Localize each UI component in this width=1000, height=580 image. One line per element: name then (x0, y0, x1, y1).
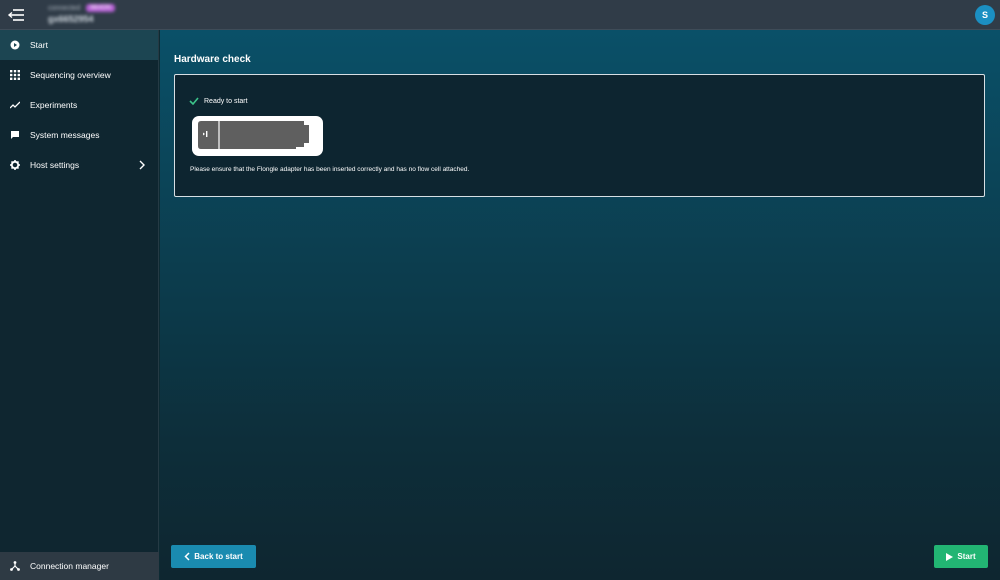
chevron-right-icon (138, 160, 146, 170)
sidebar-item-host-settings[interactable]: Host settings (0, 150, 158, 180)
sidebar-item-label: Experiments (30, 100, 78, 110)
sidebar-item-label: Start (30, 40, 48, 50)
menu-toggle-icon[interactable] (6, 6, 26, 24)
main-content: Hardware check Ready to start Please ens… (160, 30, 1000, 580)
start-button[interactable]: Start (934, 545, 988, 568)
instruction-text: Please ensure that the Flongle adapter h… (190, 166, 470, 173)
network-icon (10, 561, 20, 571)
user-avatar[interactable]: S (975, 5, 995, 25)
device-name: gx6652954 (48, 14, 94, 24)
sidebar-item-label: Host settings (30, 160, 80, 170)
sidebar-item-experiments[interactable]: Experiments (0, 90, 158, 120)
sidebar-item-sequencing-overview[interactable]: Sequencing overview (0, 60, 158, 90)
flongle-adapter-icon (191, 115, 324, 157)
gear-icon (10, 160, 20, 170)
sidebar: Start Sequencing overview Experiments Sy… (0, 30, 159, 580)
device-type-badge: MinION (86, 4, 115, 12)
page-title: Hardware check (174, 54, 251, 65)
back-button-label: Back to start (194, 552, 243, 561)
chevron-left-icon (184, 552, 190, 561)
back-to-start-button[interactable]: Back to start (171, 545, 256, 568)
hardware-status: Ready to start (189, 97, 248, 105)
status-text: Ready to start (204, 97, 248, 105)
top-bar: connected MinION gx6652954 S (0, 0, 1000, 30)
trend-line-icon (10, 100, 20, 110)
sidebar-item-label: Sequencing overview (30, 70, 111, 80)
sidebar-item-label: System messages (30, 130, 100, 140)
message-icon (10, 130, 20, 140)
play-circle-icon (10, 40, 20, 50)
device-status-text: connected (48, 4, 81, 12)
hardware-check-card: Ready to start Please ensure that the Fl… (174, 74, 985, 197)
connection-manager-button[interactable]: Connection manager (0, 552, 159, 580)
play-icon (946, 552, 954, 561)
device-identity: connected MinION gx6652954 (48, 4, 115, 24)
sidebar-item-start[interactable]: Start (0, 30, 158, 60)
check-icon (189, 97, 199, 105)
connection-manager-label: Connection manager (30, 561, 109, 571)
sidebar-item-system-messages[interactable]: System messages (0, 120, 158, 150)
start-button-label: Start (957, 552, 976, 561)
grid-icon (10, 70, 20, 80)
